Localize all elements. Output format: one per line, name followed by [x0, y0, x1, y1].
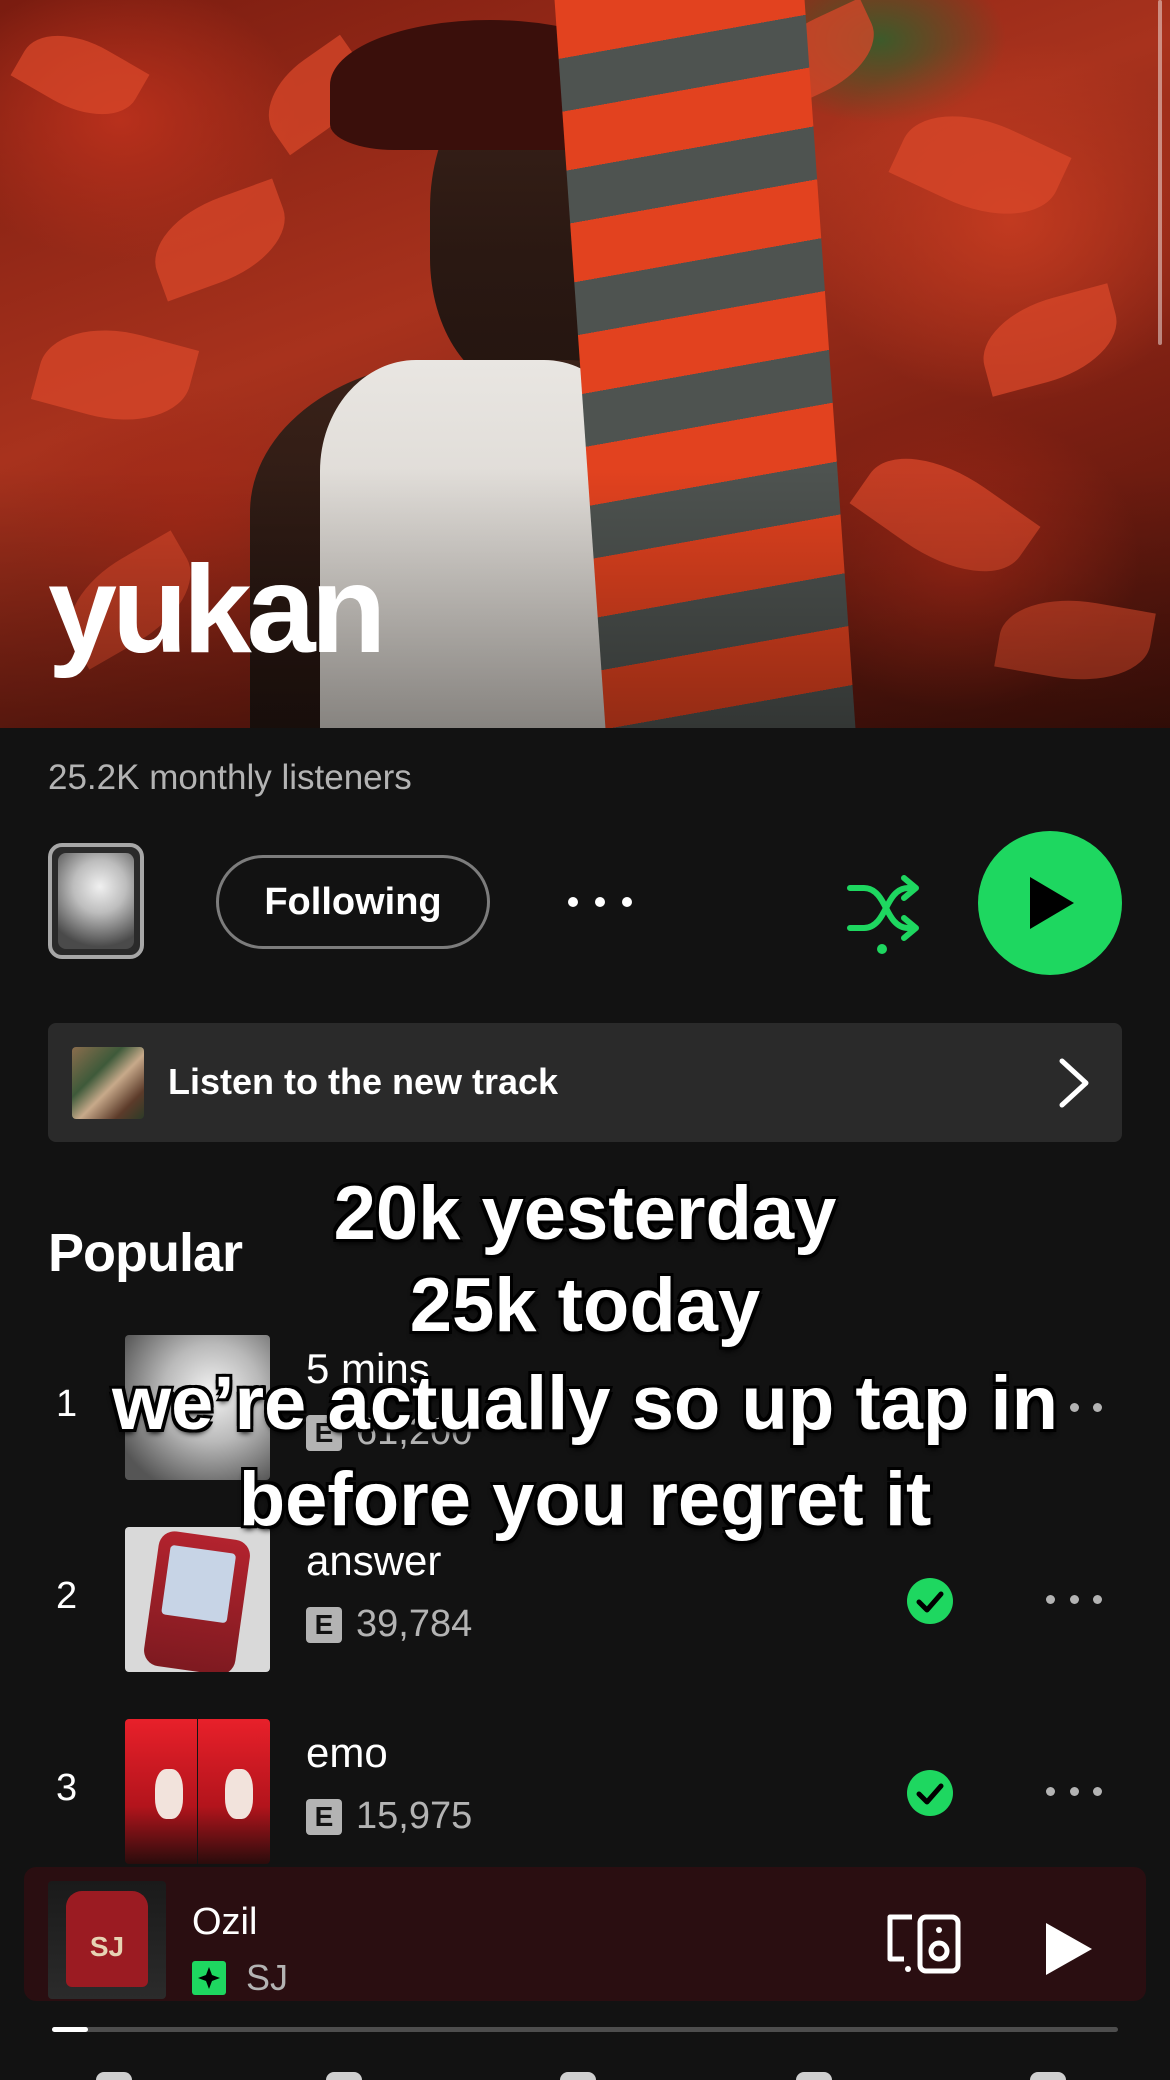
track-play-count: 15,975 — [356, 1795, 473, 1837]
caption-line-4: before you regret it — [238, 1457, 932, 1542]
shuffle-icon[interactable] — [846, 870, 920, 954]
track-more-icon[interactable] — [1046, 1595, 1102, 1607]
more-options-icon[interactable] — [568, 880, 632, 924]
play-button[interactable] — [978, 831, 1122, 975]
following-button[interactable]: Following — [216, 855, 490, 949]
tab-search[interactable] — [326, 2072, 362, 2080]
downloaded-icon — [192, 1961, 226, 1995]
tab-home[interactable] — [96, 2072, 132, 2080]
now-playing-artwork: SJ — [48, 1881, 166, 1999]
monthly-listeners: 25.2K monthly listeners — [48, 758, 412, 797]
now-playing-bar[interactable]: SJ Ozil SJ — [24, 1867, 1146, 2001]
track-artwork — [125, 1719, 270, 1864]
track-play-count: 39,784 — [356, 1603, 473, 1645]
caption-line-1: 20k yesterday — [333, 1171, 837, 1256]
tab-create[interactable] — [1030, 2072, 1066, 2080]
new-track-artwork — [72, 1047, 144, 1119]
track-rank: 3 — [56, 1767, 78, 1809]
downloaded-check-icon — [907, 1578, 953, 1624]
now-playing-artist: SJ — [246, 1957, 289, 1998]
tab-premium[interactable] — [796, 2072, 832, 2080]
track-row[interactable]: 3 emo E 15,975 — [0, 1719, 1170, 1865]
explicit-badge: E — [306, 1606, 342, 1643]
track-title: emo — [306, 1729, 388, 1776]
now-playing-title: Ozil — [192, 1901, 258, 1943]
scrollbar[interactable] — [1158, 0, 1162, 345]
tab-bar — [0, 2050, 1170, 2080]
artist-pick-thumbnail[interactable] — [48, 843, 144, 959]
track-rank: 2 — [56, 1575, 78, 1617]
artist-name: yukan — [48, 541, 386, 679]
track-artwork — [125, 1527, 270, 1672]
artist-header-image: yukan — [0, 0, 1170, 728]
connect-device-icon[interactable] — [886, 1913, 962, 1975]
downloaded-check-icon — [907, 1770, 953, 1816]
playback-progress[interactable] — [52, 2027, 1118, 2032]
new-track-banner[interactable]: Listen to the new track — [48, 1023, 1122, 1142]
new-track-label: Listen to the new track — [168, 1061, 559, 1102]
playback-progress-fill — [52, 2027, 89, 2032]
track-more-icon[interactable] — [1046, 1787, 1102, 1799]
track-title: answer — [306, 1537, 442, 1584]
chevron-right-icon — [1059, 1058, 1089, 1108]
play-icon — [1030, 877, 1074, 929]
caption-line-2: 25k today — [409, 1263, 761, 1348]
track-row[interactable]: 2 answer E 39,784 — [0, 1527, 1170, 1673]
caption-line-3: we’re actually so up tap in — [111, 1361, 1059, 1446]
explicit-badge: E — [306, 1798, 342, 1835]
mini-play-icon[interactable] — [1040, 1921, 1096, 1977]
tab-library[interactable] — [560, 2072, 596, 2080]
